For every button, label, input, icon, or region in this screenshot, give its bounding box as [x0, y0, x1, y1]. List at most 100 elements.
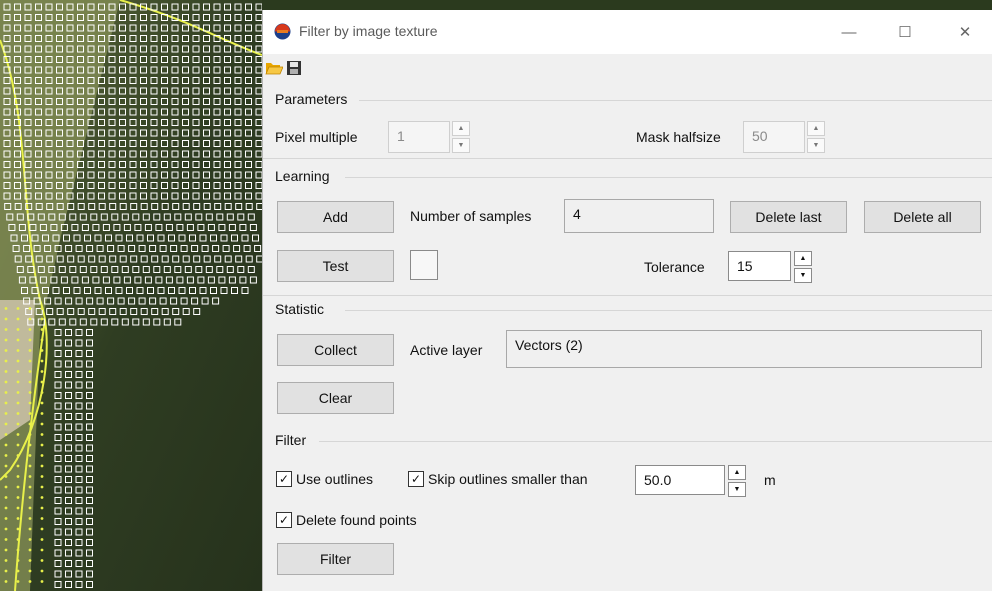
close-button[interactable]: ✕ [937, 10, 992, 54]
sample-dot [4, 380, 8, 384]
sample-dot [16, 538, 20, 541]
sample-dot [16, 401, 20, 405]
sample-dot [16, 548, 20, 552]
skip-outlines-label: Skip outlines smaller than [428, 471, 588, 487]
sample-dot [40, 506, 44, 510]
collect-button[interactable]: Collect [277, 334, 394, 366]
sample-dot [40, 475, 44, 478]
tolerance-spinner[interactable]: ▲ ▼ [794, 251, 812, 283]
sample-dot [4, 485, 8, 489]
sample-dot [16, 517, 20, 520]
sample-dot [40, 401, 44, 405]
sample-dot [16, 422, 20, 426]
sample-dot [28, 317, 32, 321]
sample-dot [28, 454, 32, 457]
sample-dot [40, 464, 44, 468]
use-outlines-label: Use outlines [296, 471, 374, 487]
mask-halfsize-spinner[interactable]: ▲ ▼ [807, 121, 825, 153]
sample-dot [40, 496, 44, 499]
samples-count-field: 4 [564, 199, 714, 233]
sample-dot [28, 517, 32, 520]
sample-dot [4, 548, 8, 552]
test-color-swatch[interactable] [410, 250, 438, 280]
sample-dot [4, 464, 8, 468]
sample-dot [4, 401, 8, 405]
floppy-save-icon[interactable] [285, 60, 303, 76]
sample-dot [28, 485, 32, 489]
sample-dot [4, 307, 8, 310]
skip-size-input[interactable]: 50.0 [635, 465, 725, 495]
test-button[interactable]: Test [277, 250, 394, 282]
sample-dot [4, 475, 8, 478]
sample-dot [28, 475, 32, 478]
sample-dot [16, 496, 20, 499]
sample-dot [16, 475, 20, 478]
sample-dot [4, 391, 8, 394]
sample-dot [40, 380, 44, 384]
divider [345, 177, 992, 178]
mask-halfsize-label: Mask halfsize [636, 129, 721, 145]
filter-button[interactable]: Filter [277, 543, 394, 575]
sample-dot [28, 506, 32, 510]
learning-section-label: Learning [275, 168, 330, 184]
sample-dot [4, 370, 8, 373]
skip-outlines-checkbox[interactable]: ✓ Skip outlines smaller than [408, 471, 588, 487]
sample-dot [4, 433, 8, 436]
checkbox-check-icon: ✓ [276, 512, 292, 528]
sample-dot [16, 412, 20, 415]
folder-open-icon[interactable] [265, 60, 283, 76]
delete-last-button[interactable]: Delete last [730, 201, 847, 233]
divider [263, 158, 992, 159]
app-logo-icon [274, 23, 291, 40]
sample-dot [16, 454, 20, 457]
sample-dot [28, 496, 32, 499]
sample-dot [40, 338, 44, 342]
filter-section-label: Filter [275, 432, 307, 448]
use-outlines-checkbox[interactable]: ✓ Use outlines [276, 471, 373, 487]
unit-label: m [764, 472, 776, 488]
pixel-multiple-spinner[interactable]: ▲ ▼ [452, 121, 470, 153]
delete-found-points-label: Delete found points [296, 512, 417, 528]
sample-dot [40, 559, 44, 562]
sample-dot [28, 433, 32, 436]
sample-dot [4, 338, 8, 342]
sample-dot [28, 401, 32, 405]
title-bar[interactable]: Filter by image texture — ☐ ✕ [263, 10, 992, 54]
sample-dot [28, 328, 32, 331]
sample-dot [40, 349, 44, 352]
checkbox-check-icon: ✓ [276, 471, 292, 487]
sample-dot [28, 527, 32, 531]
sample-dot [4, 443, 8, 447]
add-button[interactable]: Add [277, 201, 394, 233]
map-canvas[interactable] [0, 0, 262, 591]
sample-dot [16, 433, 20, 436]
sample-dot [28, 370, 32, 373]
sample-dot [28, 548, 32, 552]
sample-dot [40, 422, 44, 426]
sample-dot [4, 527, 8, 531]
checkbox-check-icon: ✓ [408, 471, 424, 487]
sample-dot [4, 317, 8, 321]
mask-halfsize-input[interactable]: 50 [743, 121, 805, 153]
sample-dot [16, 485, 20, 489]
pixel-multiple-label: Pixel multiple [275, 129, 358, 145]
sample-dot [40, 517, 44, 520]
sample-dot [16, 506, 20, 510]
sample-dot [28, 464, 32, 468]
sample-dot [28, 359, 32, 363]
tolerance-input[interactable]: 15 [728, 251, 791, 281]
sample-dot [40, 328, 44, 331]
clear-button[interactable]: Clear [277, 382, 394, 414]
statistic-section-label: Statistic [275, 301, 325, 317]
skip-size-spinner[interactable]: ▲ ▼ [728, 465, 746, 497]
delete-all-button[interactable]: Delete all [864, 201, 981, 233]
maximize-button[interactable]: ☐ [877, 10, 933, 54]
sample-dot [4, 580, 8, 583]
sample-dot [40, 454, 44, 457]
active-layer-label: Active layer [410, 342, 483, 358]
sample-dot [16, 328, 20, 331]
pixel-multiple-input[interactable]: 1 [388, 121, 450, 153]
tolerance-label: Tolerance [644, 259, 705, 275]
delete-found-points-checkbox[interactable]: ✓ Delete found points [276, 512, 417, 528]
minimize-button[interactable]: — [821, 10, 877, 54]
